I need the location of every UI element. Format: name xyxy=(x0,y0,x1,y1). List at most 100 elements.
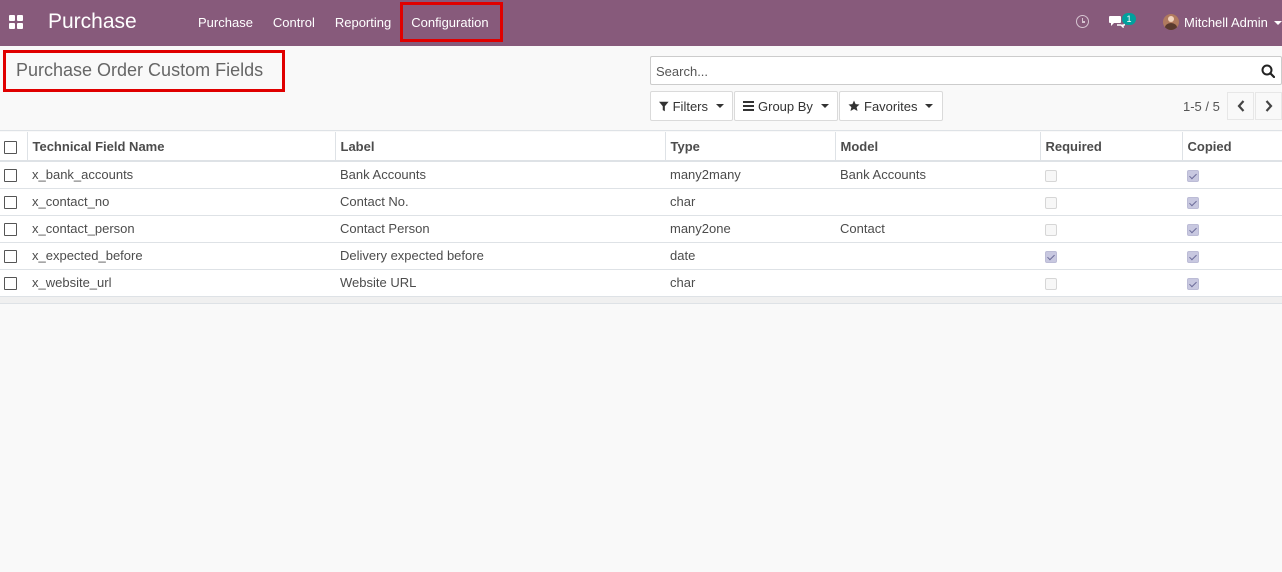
copied-checkbox xyxy=(1187,196,1199,209)
filter-icon xyxy=(659,101,669,111)
menu-item-reporting[interactable]: Reporting xyxy=(325,0,401,46)
table-row[interactable]: x_contact_no Contact No. char xyxy=(0,188,1282,216)
app-title[interactable]: Purchase xyxy=(48,10,137,34)
search-box xyxy=(650,56,1282,85)
menu-item-control[interactable]: Control xyxy=(263,0,325,46)
cell-model xyxy=(835,242,1040,270)
required-checkbox xyxy=(1045,223,1057,236)
groupby-label: Group By xyxy=(758,98,813,114)
table-row[interactable]: x_website_url Website URL char xyxy=(0,269,1282,297)
cell-model xyxy=(835,269,1040,297)
cell-required xyxy=(1040,215,1182,243)
table-row[interactable]: x_expected_before Delivery expected befor… xyxy=(0,242,1282,270)
cell-model: Bank Accounts xyxy=(835,161,1040,189)
cell-required xyxy=(1040,161,1182,189)
row-select-cell xyxy=(0,188,27,216)
row-select-cell xyxy=(0,161,27,189)
activity-clock-icon[interactable] xyxy=(1076,15,1089,28)
row-select-checkbox[interactable] xyxy=(4,277,17,291)
cell-type: date xyxy=(665,242,835,270)
select-all-checkbox[interactable] xyxy=(4,140,17,154)
required-checkbox xyxy=(1045,169,1057,182)
cell-type: many2one xyxy=(665,215,835,243)
custom-fields-table: Technical Field Name Label Type Model Re… xyxy=(0,132,1282,297)
groupby-caret-icon xyxy=(820,104,829,108)
highlight-page-title xyxy=(3,50,285,92)
required-checkbox xyxy=(1045,250,1057,263)
favorites-label: Favorites xyxy=(864,98,918,114)
cell-required xyxy=(1040,269,1182,297)
required-checkbox xyxy=(1045,196,1057,209)
user-caret-down-icon[interactable] xyxy=(1274,21,1282,25)
cell-type: char xyxy=(665,188,835,216)
filters-caret-icon xyxy=(716,104,724,108)
cell-copied xyxy=(1182,215,1282,243)
highlight-configuration xyxy=(400,2,503,42)
chat-badge: 1 xyxy=(1122,13,1136,25)
table-row[interactable]: x_bank_accounts Bank Accounts many2many Ban… xyxy=(0,161,1282,189)
cell-label: Delivery expected before xyxy=(335,242,665,270)
pager-previous-button[interactable] xyxy=(1227,92,1254,120)
table-row[interactable]: x_contact_person Contact Person many2one Co… xyxy=(0,215,1282,243)
cell-copied xyxy=(1182,269,1282,297)
column-header-copied[interactable]: Copied xyxy=(1182,132,1282,162)
user-name[interactable]: Mitchell Admin xyxy=(1184,15,1268,30)
cell-label: Bank Accounts xyxy=(335,161,665,189)
cell-technical-name: x_contact_person xyxy=(27,215,335,243)
table-footer xyxy=(0,296,1282,304)
cell-copied xyxy=(1182,188,1282,216)
cell-label: Website URL xyxy=(335,269,665,297)
cell-required xyxy=(1040,188,1182,216)
row-select-cell xyxy=(0,242,27,270)
column-header-label[interactable]: Label xyxy=(335,132,666,162)
filters-button[interactable]: Filters xyxy=(650,91,733,121)
cell-model xyxy=(835,188,1040,216)
column-header-technical-name[interactable]: Technical Field Name xyxy=(27,132,336,162)
menu-item-purchase[interactable]: Purchase xyxy=(188,0,263,46)
row-select-checkbox[interactable] xyxy=(4,223,17,237)
table-header-row: Technical Field Name Label Type Model Re… xyxy=(0,132,1282,162)
required-checkbox xyxy=(1045,277,1057,290)
favorites-button[interactable]: Favorites xyxy=(839,91,943,121)
list-view: Technical Field Name Label Type Model Re… xyxy=(0,132,1282,304)
apps-menu-icon[interactable] xyxy=(9,15,23,29)
bars-icon xyxy=(743,101,754,111)
row-select-checkbox[interactable] xyxy=(4,169,17,183)
groupby-button[interactable]: Group By xyxy=(734,91,838,121)
table-body: x_bank_accounts Bank Accounts many2many Ban… xyxy=(0,161,1282,297)
cell-type: char xyxy=(665,269,835,297)
top-navbar: Purchase Purchase Control Reporting Conf… xyxy=(0,0,1282,46)
cell-type: many2many xyxy=(665,161,835,189)
star-icon xyxy=(848,100,860,111)
row-select-checkbox[interactable] xyxy=(4,250,17,264)
column-header-required[interactable]: Required xyxy=(1040,132,1183,162)
copied-checkbox xyxy=(1187,250,1199,263)
cell-technical-name: x_contact_no xyxy=(27,188,335,216)
copied-checkbox xyxy=(1187,277,1199,290)
row-select-checkbox[interactable] xyxy=(4,196,17,210)
cell-required xyxy=(1040,242,1182,270)
select-all-cell xyxy=(0,132,28,162)
cell-label: Contact No. xyxy=(335,188,665,216)
cell-label: Contact Person xyxy=(335,215,665,243)
row-select-cell xyxy=(0,215,27,243)
avatar[interactable] xyxy=(1163,14,1179,30)
search-input[interactable] xyxy=(656,62,1246,80)
row-select-cell xyxy=(0,269,27,297)
chevron-right-icon xyxy=(1265,100,1272,112)
copied-checkbox xyxy=(1187,169,1199,182)
filters-label: Filters xyxy=(672,98,708,114)
copied-checkbox xyxy=(1187,223,1199,236)
cell-technical-name: x_bank_accounts xyxy=(27,161,335,189)
cell-model: Contact xyxy=(835,215,1040,243)
pager-value[interactable]: 1-5 / 5 xyxy=(1183,99,1220,114)
cell-copied xyxy=(1182,242,1282,270)
search-icon[interactable] xyxy=(1261,64,1275,78)
column-header-model[interactable]: Model xyxy=(835,132,1041,162)
column-header-type[interactable]: Type xyxy=(665,132,836,162)
favorites-caret-icon xyxy=(925,104,934,108)
pager-next-button[interactable] xyxy=(1255,92,1282,120)
cell-technical-name: x_website_url xyxy=(27,269,335,297)
cell-copied xyxy=(1182,161,1282,189)
chevron-left-icon xyxy=(1237,100,1244,112)
